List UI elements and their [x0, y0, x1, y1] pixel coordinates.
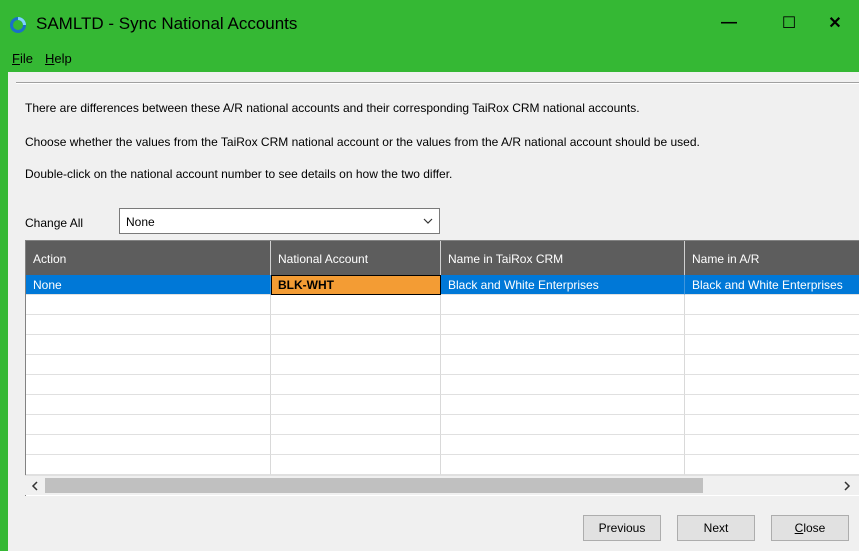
cell-action-text: None: [33, 278, 62, 292]
change-all-dropdown[interactable]: None: [119, 208, 440, 234]
menu-help-mnemonic: H: [45, 51, 55, 66]
table-row-selected[interactable]: None BLK-WHT Black and White Enterprises…: [26, 275, 859, 295]
chevron-down-icon: [423, 218, 433, 224]
table-cell[interactable]: [271, 435, 441, 455]
table-cell[interactable]: [685, 315, 859, 335]
message-differences: There are differences between these A/R …: [25, 101, 640, 115]
column-header-name-crm[interactable]: Name in TaiRox CRM: [441, 241, 685, 275]
cell-action[interactable]: None: [26, 275, 271, 295]
table-cell[interactable]: [685, 335, 859, 355]
menu-file[interactable]: File: [12, 51, 33, 66]
table-cell[interactable]: [441, 315, 685, 335]
change-all-value: None: [126, 215, 155, 229]
table-cell[interactable]: [685, 395, 859, 415]
table-cell[interactable]: [441, 455, 685, 475]
cell-name-ar[interactable]: Black and White Enterprises: [685, 275, 859, 295]
minimize-button[interactable]: —: [706, 0, 752, 45]
table-cell[interactable]: [26, 375, 271, 395]
close-window-button[interactable]: ✕: [812, 0, 858, 45]
table-cell[interactable]: [685, 435, 859, 455]
table-cell[interactable]: [685, 375, 859, 395]
horizontal-scrollbar[interactable]: [25, 475, 859, 495]
table-cell[interactable]: [441, 295, 685, 315]
table-cell[interactable]: [441, 355, 685, 375]
table-cell[interactable]: [685, 415, 859, 435]
table-row[interactable]: [26, 435, 859, 455]
column-header-national-account-label: National Account: [278, 252, 369, 266]
cell-national-account-text: BLK-WHT: [278, 278, 334, 292]
table-cell[interactable]: [26, 455, 271, 475]
close-icon: ✕: [828, 14, 842, 32]
close-button[interactable]: Close: [771, 515, 849, 541]
table-cell[interactable]: [685, 455, 859, 475]
table-cell[interactable]: [26, 435, 271, 455]
table-cell[interactable]: [26, 415, 271, 435]
window-border: [0, 72, 8, 551]
column-header-national-account[interactable]: National Account: [271, 241, 441, 275]
close-button-label: lose: [803, 521, 826, 535]
table-row[interactable]: [26, 455, 859, 475]
menu-bar: File Help: [0, 45, 859, 72]
table-cell[interactable]: [271, 355, 441, 375]
previous-button[interactable]: Previous: [583, 515, 661, 541]
cell-national-account[interactable]: BLK-WHT: [271, 275, 441, 295]
menu-file-label: ile: [19, 51, 33, 66]
maximize-icon: ☐: [781, 14, 797, 32]
table-cell[interactable]: [271, 315, 441, 335]
table-cell[interactable]: [271, 395, 441, 415]
table-cell[interactable]: [271, 375, 441, 395]
cell-name-crm-text: Black and White Enterprises: [448, 278, 599, 292]
maximize-button[interactable]: ☐: [766, 0, 812, 45]
table-row[interactable]: [26, 335, 859, 355]
table-row[interactable]: [26, 315, 859, 335]
scroll-left-icon[interactable]: [29, 479, 41, 493]
message-choose: Choose whether the values from the TaiRo…: [25, 135, 700, 149]
table-cell[interactable]: [271, 295, 441, 315]
menu-help[interactable]: Help: [45, 51, 72, 66]
message-double-click: Double-click on the national account num…: [25, 167, 453, 181]
table-cell[interactable]: [441, 395, 685, 415]
column-header-action-label: Action: [33, 252, 67, 266]
minimize-icon: —: [721, 13, 737, 31]
table-row[interactable]: [26, 395, 859, 415]
column-header-action[interactable]: Action: [26, 241, 271, 275]
scroll-right-icon[interactable]: [841, 479, 853, 493]
table-cell[interactable]: [271, 335, 441, 355]
column-header-name-ar[interactable]: Name in A/R: [685, 241, 859, 275]
table-row[interactable]: [26, 355, 859, 375]
table-cell[interactable]: [441, 335, 685, 355]
cell-name-ar-text: Black and White Enterprises: [692, 278, 843, 292]
table-row[interactable]: [26, 295, 859, 315]
sync-national-accounts-window: SAMLTD - Sync National Accounts — ☐ ✕ Fi…: [0, 0, 859, 551]
table-row[interactable]: [26, 375, 859, 395]
menu-help-label: elp: [54, 51, 72, 66]
title-bar[interactable]: SAMLTD - Sync National Accounts — ☐ ✕: [0, 0, 859, 45]
table-cell[interactable]: [685, 295, 859, 315]
change-all-label: Change All: [25, 216, 84, 230]
table-cell[interactable]: [26, 315, 271, 335]
window-title: SAMLTD - Sync National Accounts: [36, 14, 298, 33]
table-cell[interactable]: [26, 395, 271, 415]
column-header-name-ar-label: Name in A/R: [692, 252, 760, 266]
national-accounts-grid[interactable]: Action National Account Name in TaiRox C…: [25, 240, 859, 496]
table-cell[interactable]: [271, 415, 441, 435]
table-cell[interactable]: [26, 295, 271, 315]
cell-name-crm[interactable]: Black and White Enterprises: [441, 275, 685, 295]
menu-file-mnemonic: F: [12, 51, 20, 66]
next-button[interactable]: Next: [677, 515, 755, 541]
sync-app-icon: [10, 17, 26, 33]
table-cell[interactable]: [26, 335, 271, 355]
table-cell[interactable]: [441, 375, 685, 395]
table-cell[interactable]: [441, 435, 685, 455]
table-row[interactable]: [26, 415, 859, 435]
column-header-name-crm-label: Name in TaiRox CRM: [448, 252, 564, 266]
scrollbar-thumb[interactable]: [45, 478, 703, 493]
table-cell[interactable]: [685, 355, 859, 375]
table-cell[interactable]: [271, 455, 441, 475]
menu-separator: [16, 82, 859, 84]
table-cell[interactable]: [26, 355, 271, 375]
table-cell[interactable]: [441, 415, 685, 435]
